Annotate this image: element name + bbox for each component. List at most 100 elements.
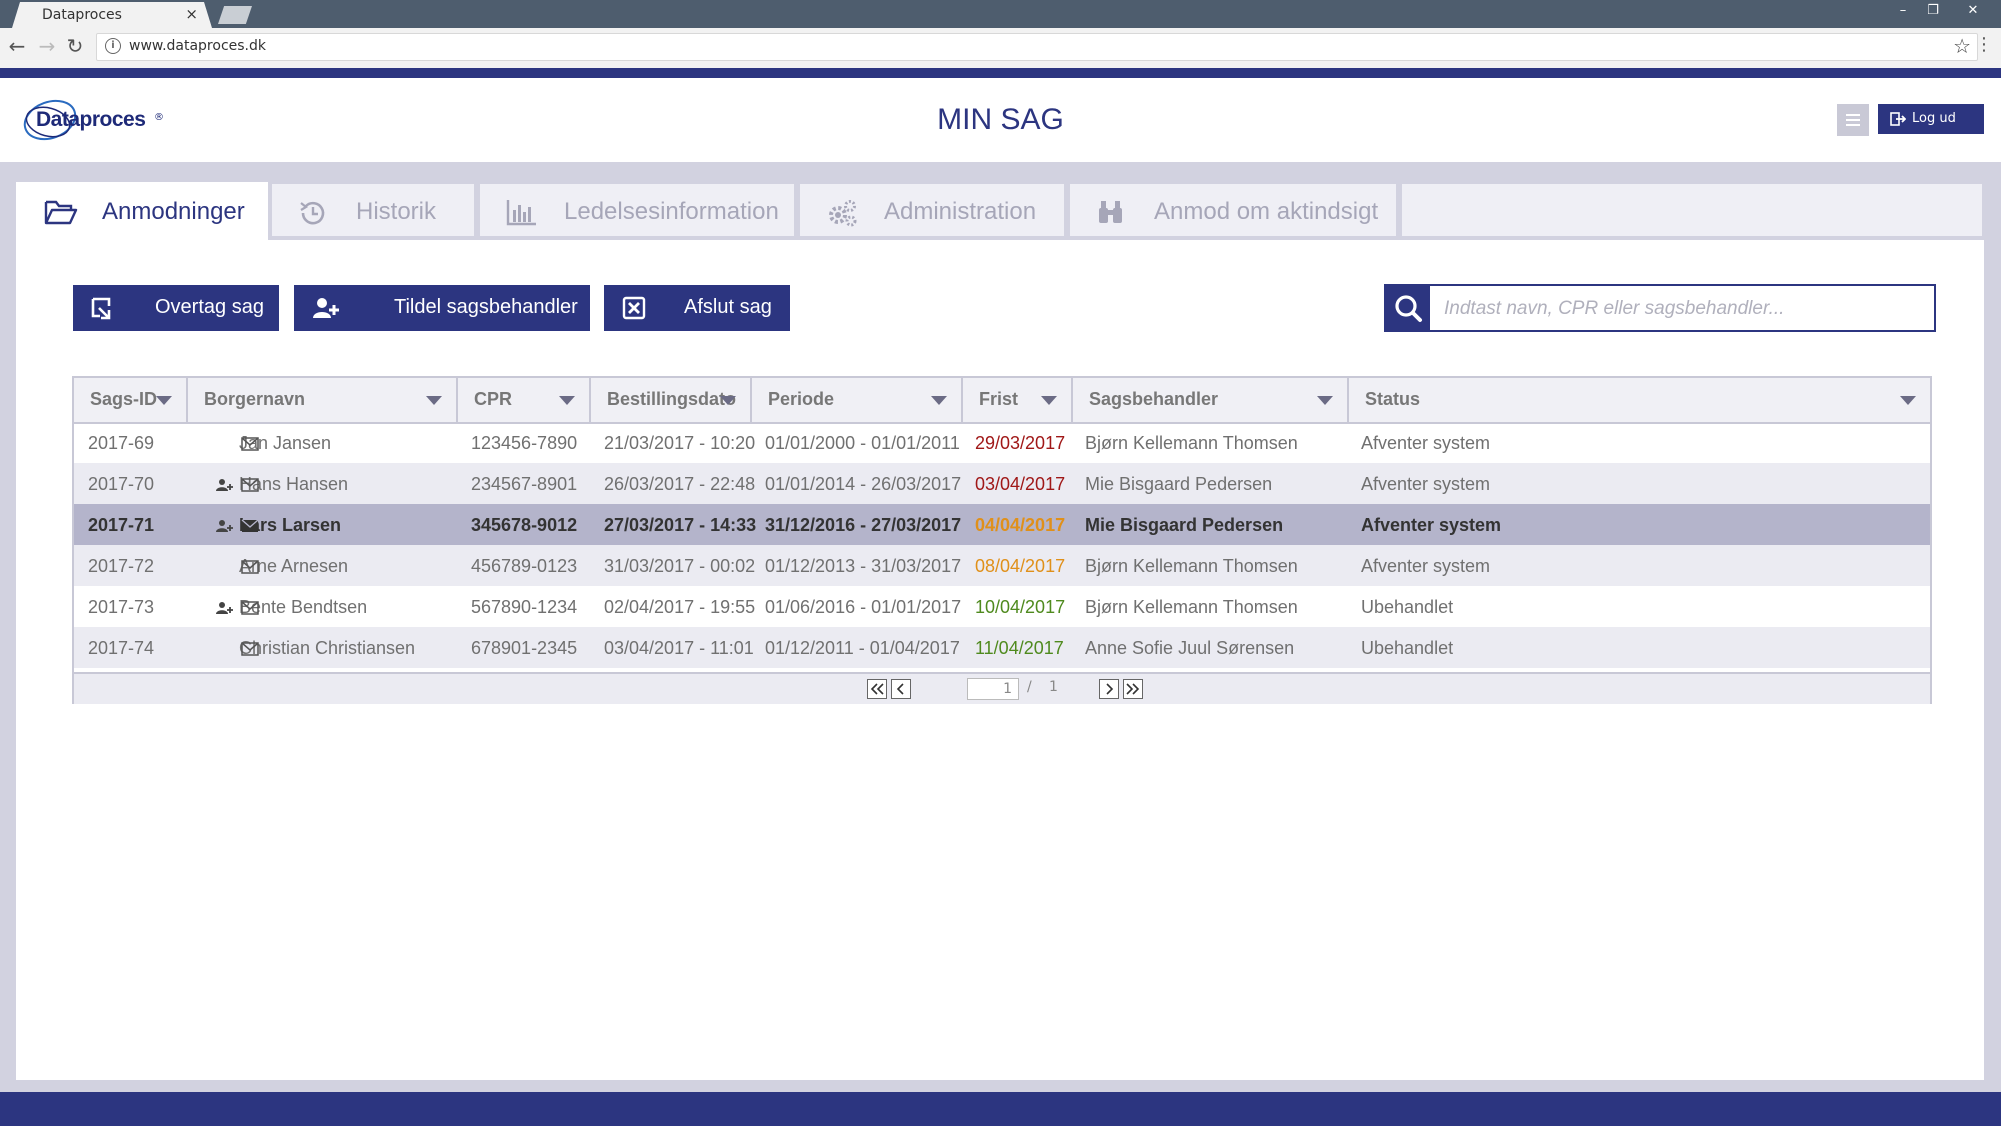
back-icon[interactable]: ← (6, 35, 28, 57)
table-row[interactable]: 2017-73 Bente Bendtsen 567890-1234 02/04/20… (74, 586, 1930, 627)
search-icon[interactable] (1386, 286, 1430, 330)
sort-caret-icon[interactable] (426, 396, 442, 405)
column-header-cpr[interactable]: CPR (458, 378, 591, 422)
assigned-user-icon (216, 476, 234, 497)
last-page-button[interactable] (1123, 679, 1143, 699)
page-separator: / (1027, 679, 1032, 695)
cell-frist: 11/04/2017 (975, 638, 1064, 658)
chevron-left-icon (896, 683, 904, 695)
sort-caret-icon[interactable] (1900, 396, 1916, 405)
sort-caret-icon[interactable] (156, 396, 172, 405)
column-header-label: Sags-ID (90, 389, 158, 409)
prev-page-button[interactable] (891, 679, 911, 699)
address-bar: ← → ↻ i www.dataproces.dk ☆ ⋮ (0, 28, 2001, 68)
mail-icon[interactable] (241, 435, 259, 456)
minimize-icon[interactable]: – (1890, 2, 1916, 20)
bookmark-star-icon[interactable]: ☆ (1953, 34, 1971, 58)
cell-bestillingsdato: 21/03/2017 - 10:20 (604, 433, 756, 453)
cell-cpr: 345678-9012 (471, 515, 578, 535)
column-header-status[interactable]: Status (1349, 378, 1930, 422)
column-header-label: Sagsbehandler (1089, 389, 1219, 409)
close-tab-icon[interactable]: × (185, 5, 198, 23)
restore-icon[interactable]: ❐ (1920, 2, 1946, 20)
table-row[interactable]: 2017-74 Christian Christiansen 678901-2345… (74, 627, 1930, 668)
tab-anmodninger[interactable]: Anmodninger (16, 182, 268, 242)
info-icon[interactable]: i (105, 38, 121, 54)
cell-status: Afventer system (1361, 433, 1491, 453)
first-page-button[interactable] (867, 679, 887, 699)
next-page-button[interactable] (1099, 679, 1119, 699)
table-row[interactable]: 2017-69 Jan Jansen 123456-7890 21/03/2017 -… (74, 422, 1930, 463)
mail-icon[interactable] (241, 558, 259, 579)
sort-caret-icon[interactable] (559, 396, 575, 405)
table-row[interactable]: 2017-71 Lars Larsen 345678-9012 27/03/2017 … (74, 504, 1930, 545)
take-over-case-button[interactable]: Overtag sag (73, 285, 279, 331)
close-case-label: Afslut sag (684, 296, 772, 318)
logout-button[interactable]: Log ud (1878, 104, 1984, 134)
cell-status: Afventer system (1361, 556, 1491, 576)
cell-status: Afventer system (1361, 515, 1502, 535)
column-header-periode[interactable]: Periode (752, 378, 963, 422)
column-header-label: Status (1365, 389, 1421, 409)
tab-anmod-om-aktindsigt[interactable]: Anmod om aktindsigt (1068, 182, 1398, 238)
column-header-label: Bestillingsdato (607, 389, 737, 409)
mail-icon[interactable] (241, 599, 259, 620)
cell-bestillingsdato: 31/03/2017 - 00:02 (604, 556, 756, 576)
browser-tab[interactable]: Dataproces × (12, 2, 212, 28)
cell-bestillingsdato: 26/03/2017 - 22:48 (604, 474, 756, 494)
cell-periode: 01/01/2014 - 26/03/2017 (765, 474, 962, 494)
mail-icon[interactable] (241, 476, 259, 497)
page-number-input[interactable]: 1 (967, 678, 1019, 700)
cell-cpr: 456789-0123 (471, 556, 578, 576)
column-header-bestillingsdato[interactable]: Bestillingsdato (591, 378, 752, 422)
sort-caret-icon[interactable] (1317, 396, 1333, 405)
cell-cpr: 567890-1234 (471, 597, 578, 617)
column-header-sags-id[interactable]: Sags-ID (74, 378, 188, 422)
assign-handler-button[interactable]: Tildel sagsbehandler (294, 285, 590, 331)
search-box (1384, 284, 1936, 332)
binoculars-icon (1099, 201, 1122, 223)
sort-caret-icon[interactable] (720, 396, 736, 405)
new-tab-button[interactable] (218, 6, 252, 24)
tab-ledelsesinformation[interactable]: Ledelsesinformation (478, 182, 796, 238)
cell-frist: 08/04/2017 (975, 556, 1066, 576)
cell-bestillingsdato: 27/03/2017 - 14:33 (604, 515, 757, 535)
search-input[interactable] (1442, 294, 1926, 324)
add-user-icon (313, 298, 339, 318)
cell-frist: 29/03/2017 (975, 433, 1066, 453)
chevron-right-icon (1106, 683, 1114, 695)
table-row[interactable]: 2017-70 Hans Hansen 234567-8901 26/03/2017 … (74, 463, 1930, 504)
reload-icon[interactable]: ↻ (64, 35, 86, 57)
forward-icon[interactable]: → (36, 35, 58, 57)
browser-menu-icon[interactable]: ⋮ (1975, 34, 1993, 55)
double-chevron-right-icon (1126, 683, 1140, 695)
assign-handler-label: Tildel sagsbehandler (394, 296, 578, 318)
hamburger-menu-button[interactable] (1837, 104, 1869, 136)
column-header-sagsbehandler[interactable]: Sagsbehandler (1073, 378, 1349, 422)
cell-status: Ubehandlet (1361, 597, 1454, 617)
cell-sagsbehandler: Bjørn Kellemann Thomsen (1085, 597, 1298, 617)
close-case-button[interactable]: Afslut sag (604, 285, 790, 331)
column-header-borgernavn[interactable]: Borgernavn (188, 378, 458, 422)
gears-icon (829, 200, 857, 227)
total-pages: 1 (1049, 679, 1058, 695)
mail-icon[interactable] (241, 640, 259, 661)
cell-sags-id: 2017-73 (88, 597, 155, 617)
cell-sags-id: 2017-69 (88, 433, 155, 453)
browser-tab-title: Dataproces (42, 7, 122, 23)
cell-periode: 01/01/2000 - 01/01/2011 (765, 433, 960, 453)
table-row[interactable]: 2017-72 Arne Arnesen 456789-0123 31/03/2017… (74, 545, 1930, 586)
column-header-frist[interactable]: Frist (963, 378, 1073, 422)
cell-periode: 01/06/2016 - 01/01/2017 (765, 597, 962, 617)
sort-caret-icon[interactable] (1041, 396, 1057, 405)
sort-caret-icon[interactable] (931, 396, 947, 405)
cell-cpr: 123456-7890 (471, 433, 578, 453)
tab-administration[interactable]: Administration (798, 182, 1066, 238)
mail-icon[interactable] (241, 517, 259, 538)
tab-historik[interactable]: Historik (270, 182, 476, 238)
tab-label: Anmod om aktindsigt (1154, 198, 1379, 225)
tab-label: Ledelsesinformation (564, 198, 779, 225)
url-field[interactable]: i www.dataproces.dk ☆ (96, 33, 1978, 61)
column-header-label: CPR (474, 389, 513, 409)
close-window-icon[interactable]: ✕ (1960, 2, 1986, 20)
